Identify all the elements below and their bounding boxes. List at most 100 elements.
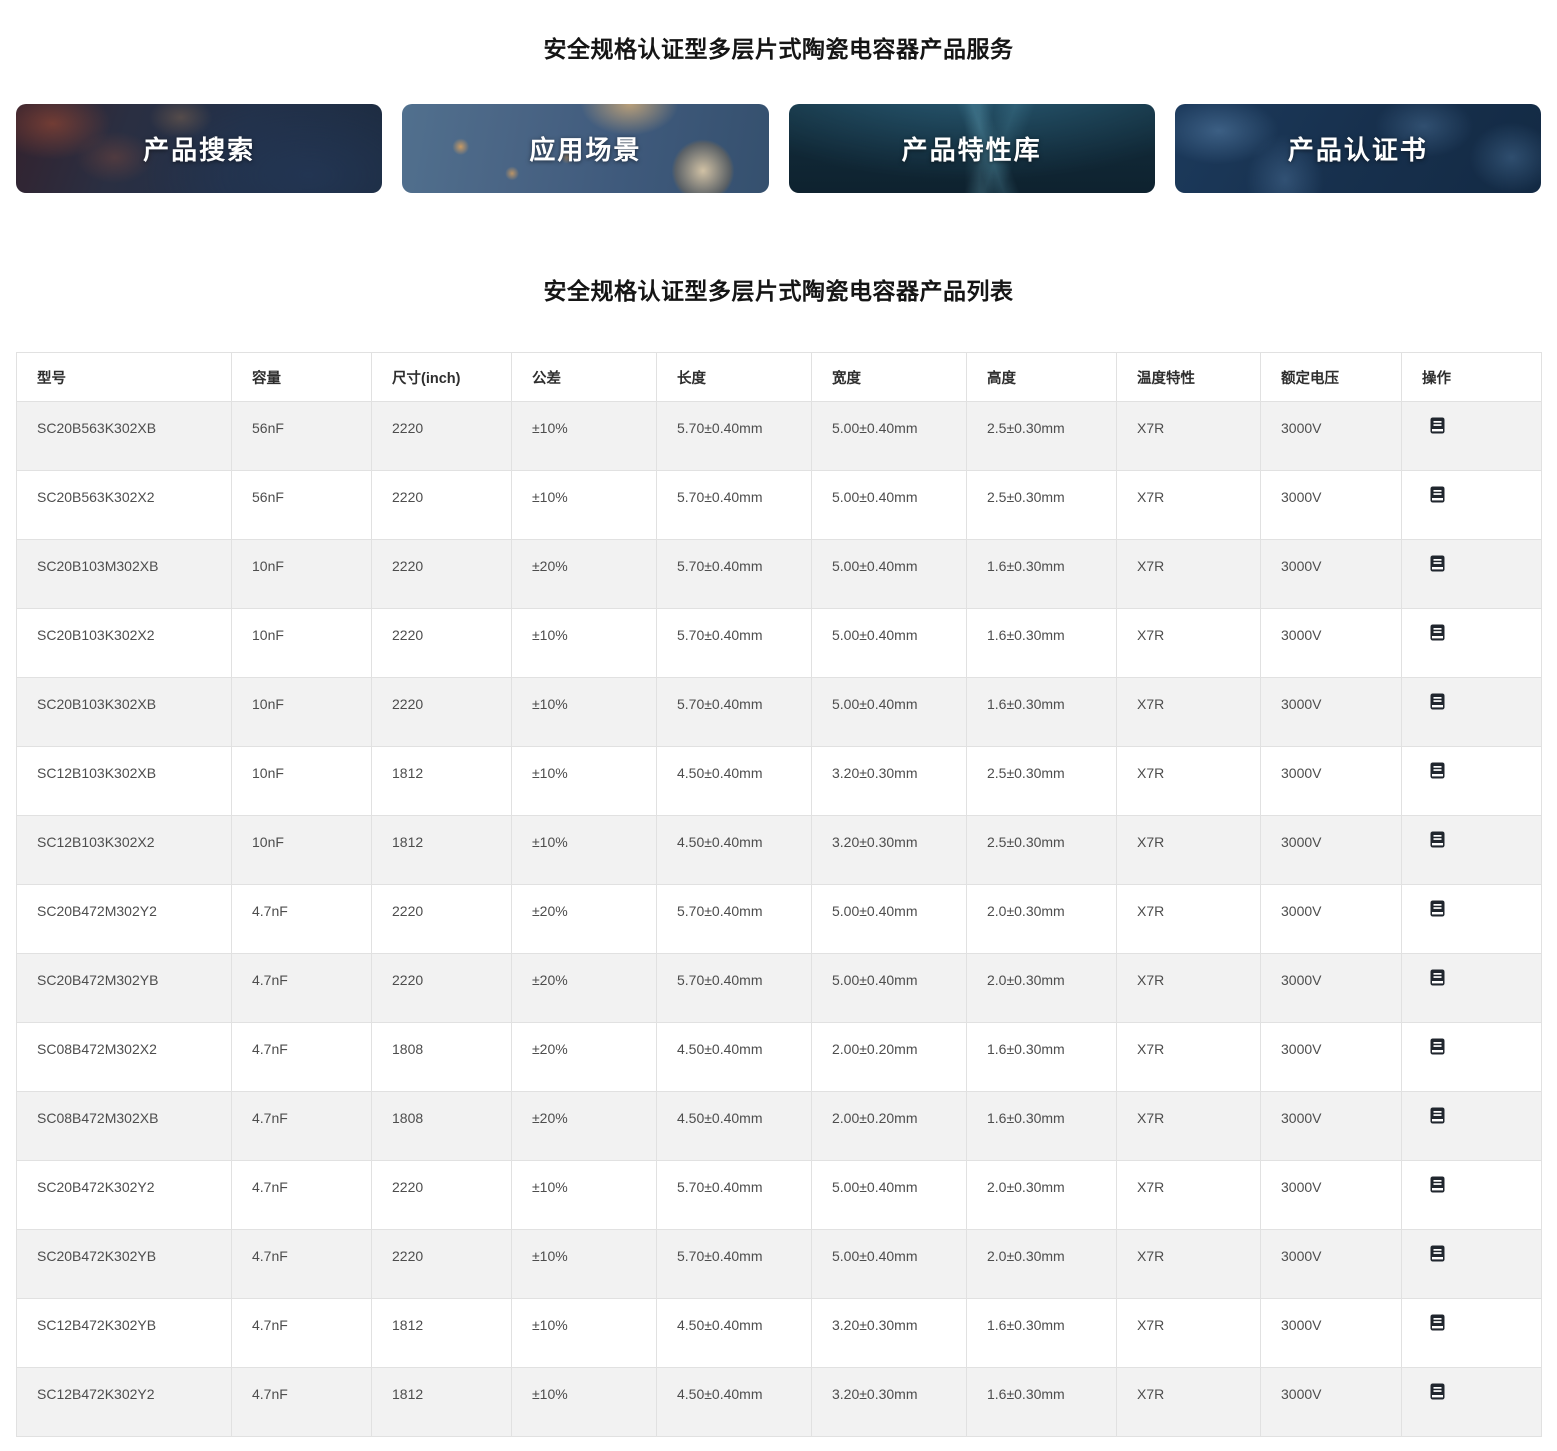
nav-card-application-scenarios-label: 应用场景 bbox=[529, 130, 641, 167]
cell-model: SC20B472M302Y2 bbox=[17, 885, 232, 954]
cell-tolerance: ±10% bbox=[512, 1368, 657, 1437]
nav-card-product-certificates[interactable]: 产品认证书 bbox=[1175, 104, 1541, 193]
cell-tolerance: ±10% bbox=[512, 816, 657, 885]
cell-temperature-characteristic: X7R bbox=[1117, 747, 1261, 816]
product-table-body: SC20B563K302XB 56nF 2220 ±10% 5.70±0.40m… bbox=[17, 402, 1542, 1437]
cell-length: 5.70±0.40mm bbox=[657, 471, 812, 540]
cell-length: 4.50±0.40mm bbox=[657, 816, 812, 885]
view-datasheet-button[interactable] bbox=[1428, 692, 1447, 711]
cell-height: 2.0±0.30mm bbox=[967, 954, 1117, 1023]
cell-temperature-characteristic: X7R bbox=[1117, 609, 1261, 678]
view-datasheet-button[interactable] bbox=[1428, 830, 1447, 849]
cell-height: 1.6±0.30mm bbox=[967, 1023, 1117, 1092]
cell-capacity: 4.7nF bbox=[232, 1230, 372, 1299]
cell-action bbox=[1402, 816, 1542, 885]
table-row: SC12B103K302XB 10nF 1812 ±10% 4.50±0.40m… bbox=[17, 747, 1542, 816]
book-icon bbox=[1428, 1037, 1447, 1056]
cell-width: 3.20±0.30mm bbox=[812, 816, 967, 885]
table-row: SC20B103K302XB 10nF 2220 ±10% 5.70±0.40m… bbox=[17, 678, 1542, 747]
cell-model: SC12B472K302Y2 bbox=[17, 1368, 232, 1437]
cell-size-inch: 2220 bbox=[372, 471, 512, 540]
cell-width: 3.20±0.30mm bbox=[812, 747, 967, 816]
cell-action bbox=[1402, 402, 1542, 471]
column-header-action: 操作 bbox=[1402, 353, 1542, 402]
cell-length: 4.50±0.40mm bbox=[657, 1023, 812, 1092]
nav-card-product-search-label: 产品搜索 bbox=[143, 130, 255, 167]
cell-model: SC12B103K302XB bbox=[17, 747, 232, 816]
cell-model: SC20B472K302Y2 bbox=[17, 1161, 232, 1230]
table-row: SC20B472K302YB 4.7nF 2220 ±10% 5.70±0.40… bbox=[17, 1230, 1542, 1299]
view-datasheet-button[interactable] bbox=[1428, 1382, 1447, 1401]
cell-length: 5.70±0.40mm bbox=[657, 609, 812, 678]
book-icon bbox=[1428, 968, 1447, 987]
nav-card-product-search[interactable]: 产品搜索 bbox=[16, 104, 382, 193]
view-datasheet-button[interactable] bbox=[1428, 485, 1447, 504]
cell-capacity: 4.7nF bbox=[232, 1299, 372, 1368]
cell-height: 2.0±0.30mm bbox=[967, 1161, 1117, 1230]
table-row: SC20B103M302XB 10nF 2220 ±20% 5.70±0.40m… bbox=[17, 540, 1542, 609]
view-datasheet-button[interactable] bbox=[1428, 761, 1447, 780]
cell-capacity: 56nF bbox=[232, 471, 372, 540]
cell-model: SC12B472K302YB bbox=[17, 1299, 232, 1368]
cell-size-inch: 1808 bbox=[372, 1023, 512, 1092]
cell-tolerance: ±10% bbox=[512, 402, 657, 471]
cell-length: 5.70±0.40mm bbox=[657, 1161, 812, 1230]
cell-action bbox=[1402, 609, 1542, 678]
cell-action bbox=[1402, 471, 1542, 540]
cell-capacity: 10nF bbox=[232, 609, 372, 678]
cell-length: 5.70±0.40mm bbox=[657, 540, 812, 609]
view-datasheet-button[interactable] bbox=[1428, 554, 1447, 573]
cell-size-inch: 2220 bbox=[372, 678, 512, 747]
cell-capacity: 4.7nF bbox=[232, 885, 372, 954]
cell-temperature-characteristic: X7R bbox=[1117, 954, 1261, 1023]
view-datasheet-button[interactable] bbox=[1428, 416, 1447, 435]
view-datasheet-button[interactable] bbox=[1428, 968, 1447, 987]
view-datasheet-button[interactable] bbox=[1428, 899, 1447, 918]
cell-tolerance: ±10% bbox=[512, 609, 657, 678]
cell-size-inch: 2220 bbox=[372, 885, 512, 954]
cell-length: 4.50±0.40mm bbox=[657, 747, 812, 816]
nav-card-product-feature-library[interactable]: 产品特性库 bbox=[789, 104, 1155, 193]
cell-height: 2.0±0.30mm bbox=[967, 885, 1117, 954]
cell-height: 1.6±0.30mm bbox=[967, 1092, 1117, 1161]
cell-size-inch: 2220 bbox=[372, 1161, 512, 1230]
cell-length: 4.50±0.40mm bbox=[657, 1092, 812, 1161]
view-datasheet-button[interactable] bbox=[1428, 1313, 1447, 1332]
view-datasheet-button[interactable] bbox=[1428, 1106, 1447, 1125]
cell-length: 5.70±0.40mm bbox=[657, 1230, 812, 1299]
cell-action bbox=[1402, 1368, 1542, 1437]
view-datasheet-button[interactable] bbox=[1428, 1037, 1447, 1056]
cell-action bbox=[1402, 1230, 1542, 1299]
cell-size-inch: 1812 bbox=[372, 1299, 512, 1368]
cell-capacity: 10nF bbox=[232, 816, 372, 885]
book-icon bbox=[1428, 1106, 1447, 1125]
cell-rated-voltage: 3000V bbox=[1261, 540, 1402, 609]
cell-model: SC08B472M302XB bbox=[17, 1092, 232, 1161]
product-table: 型号 容量 尺寸(inch) 公差 长度 宽度 高度 温度特性 额定电压 操作 … bbox=[16, 352, 1542, 1437]
cell-capacity: 4.7nF bbox=[232, 1368, 372, 1437]
cell-tolerance: ±20% bbox=[512, 540, 657, 609]
cell-size-inch: 1812 bbox=[372, 747, 512, 816]
cell-model: SC20B103M302XB bbox=[17, 540, 232, 609]
cell-length: 4.50±0.40mm bbox=[657, 1299, 812, 1368]
cell-tolerance: ±10% bbox=[512, 471, 657, 540]
view-datasheet-button[interactable] bbox=[1428, 1175, 1447, 1194]
cell-capacity: 4.7nF bbox=[232, 1023, 372, 1092]
cell-rated-voltage: 3000V bbox=[1261, 471, 1402, 540]
cell-action bbox=[1402, 885, 1542, 954]
cell-rated-voltage: 3000V bbox=[1261, 402, 1402, 471]
cell-rated-voltage: 3000V bbox=[1261, 1230, 1402, 1299]
view-datasheet-button[interactable] bbox=[1428, 1244, 1447, 1263]
cell-size-inch: 2220 bbox=[372, 402, 512, 471]
cell-rated-voltage: 3000V bbox=[1261, 747, 1402, 816]
view-datasheet-button[interactable] bbox=[1428, 623, 1447, 642]
cell-tolerance: ±10% bbox=[512, 1230, 657, 1299]
book-icon bbox=[1428, 1244, 1447, 1263]
cell-size-inch: 2220 bbox=[372, 954, 512, 1023]
cell-tolerance: ±20% bbox=[512, 954, 657, 1023]
cell-height: 2.0±0.30mm bbox=[967, 1230, 1117, 1299]
nav-card-application-scenarios[interactable]: 应用场景 bbox=[402, 104, 768, 193]
cell-length: 5.70±0.40mm bbox=[657, 402, 812, 471]
column-header-size-inch: 尺寸(inch) bbox=[372, 353, 512, 402]
cell-tolerance: ±10% bbox=[512, 747, 657, 816]
